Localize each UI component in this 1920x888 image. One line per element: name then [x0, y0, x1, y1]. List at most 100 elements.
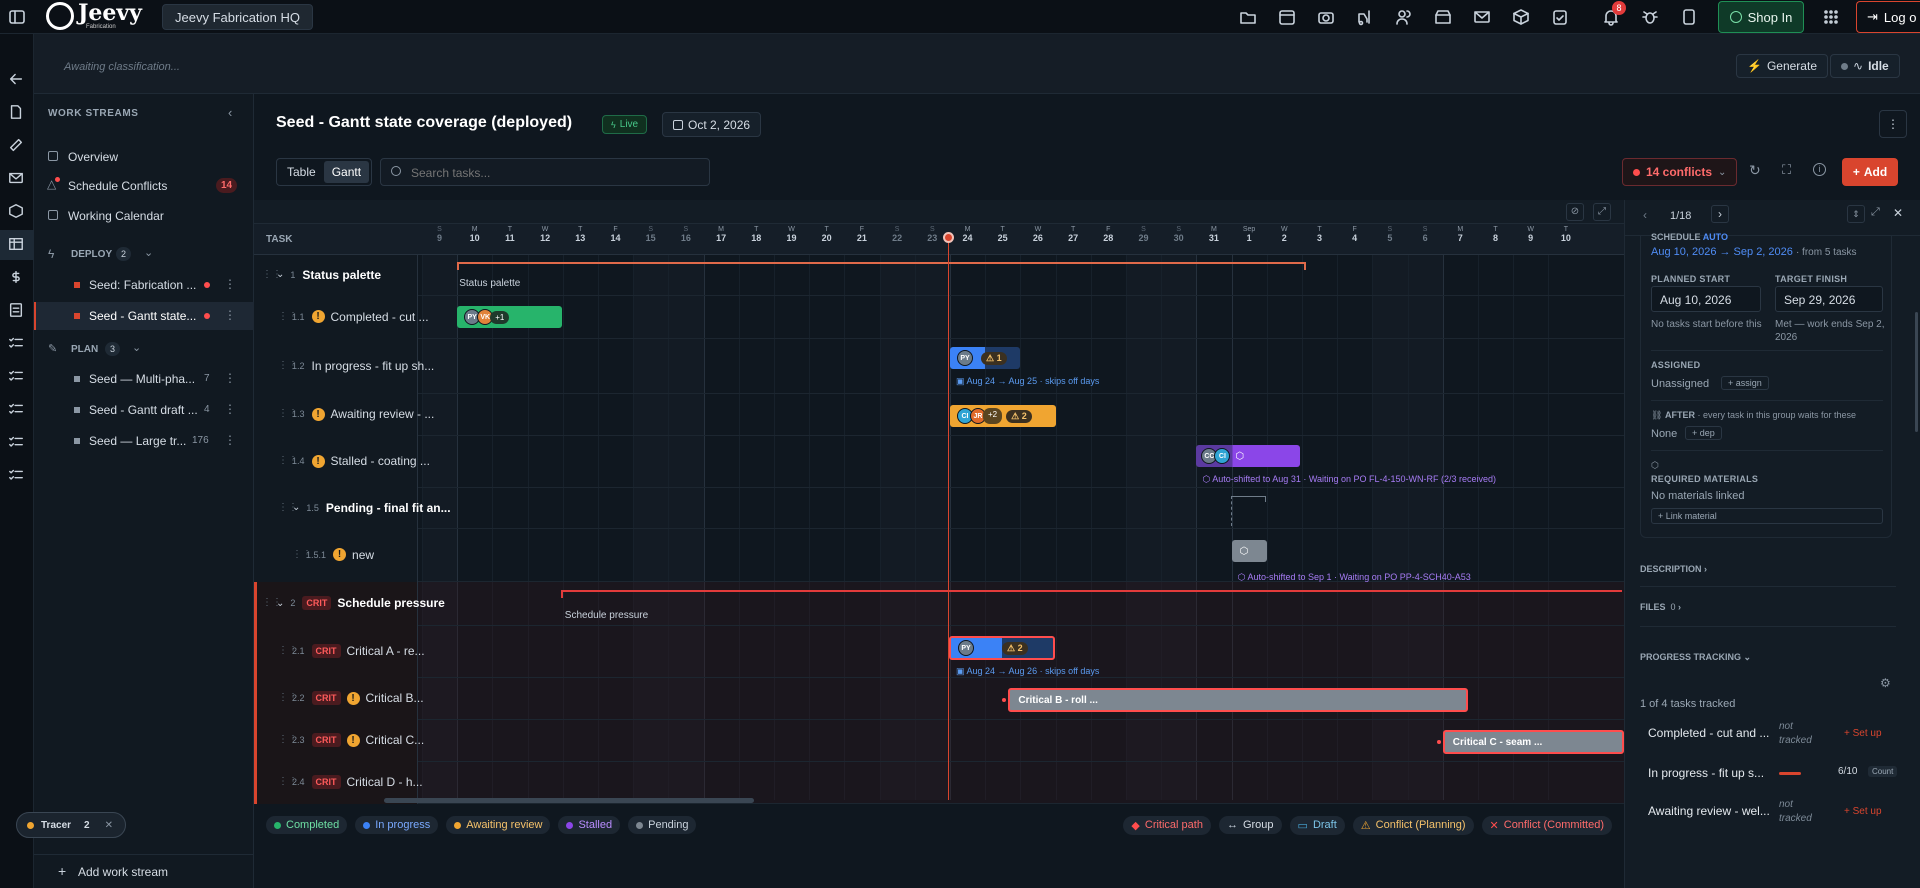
mail-icon[interactable] [1473, 8, 1491, 26]
more-vertical-icon[interactable]: ⋮ [224, 402, 236, 416]
collapse-chevron-icon[interactable]: ‹ [228, 105, 232, 120]
fullscreen-icon[interactable]: ⤢ [1593, 203, 1611, 221]
track-item-3[interactable]: Awaiting review - wel... not tracked + S… [1640, 796, 1910, 830]
refresh-icon[interactable]: ↻ [1749, 162, 1761, 179]
apps-grid-icon[interactable] [1822, 8, 1840, 26]
table-row[interactable]: ⋮⋮ 1.3! Awaiting review - ... [254, 394, 1624, 436]
sidebar-item-overview[interactable]: Overview [34, 145, 254, 169]
task-bar-critical-b[interactable]: Critical B - roll ... [1008, 688, 1469, 712]
idle-status[interactable]: ∿ Idle [1830, 54, 1900, 78]
plan-item-3[interactable]: Seed — Large tr... 176 ⋮ [34, 428, 254, 454]
camera-icon[interactable] [1317, 8, 1335, 26]
tab-gantt[interactable]: Gantt [323, 161, 370, 183]
expand-icon[interactable]: ⛶ [1782, 162, 1791, 178]
add-button[interactable]: + Add [1842, 158, 1898, 186]
plan-item-2[interactable]: Seed - Gantt draft ... 4 ⋮ [34, 397, 254, 423]
task-bar-in-progress[interactable]: PY ⚠ 1 [950, 347, 1020, 369]
checklist-icon-5[interactable] [8, 467, 24, 483]
close-icon[interactable]: ✕ [105, 820, 113, 831]
clipboard-check-icon[interactable] [1551, 8, 1569, 26]
generate-button[interactable]: ⚡ Generate [1736, 54, 1828, 78]
cube-icon[interactable] [8, 203, 24, 219]
checklist-icon-2[interactable] [8, 368, 24, 384]
dollar-icon[interactable] [8, 269, 24, 285]
task-bar-critical-a[interactable]: PY ⚠ 2 [949, 636, 1055, 660]
task-bar-pending[interactable]: ⬡ [1231, 540, 1267, 562]
table-row[interactable]: ⋮⋮ 1.2 In progress - fit up sh... [254, 339, 1624, 394]
add-dep-button[interactable]: + dep [1685, 426, 1722, 440]
task-bar-stalled[interactable]: CC CI ⬡ [1196, 445, 1301, 467]
inbox-icon[interactable] [8, 170, 24, 186]
sidebar-item-calendar[interactable]: Working Calendar [34, 204, 254, 228]
schedule-mode[interactable]: AUTO [1703, 232, 1728, 242]
receipt-icon[interactable] [8, 302, 24, 318]
bug-icon[interactable] [1641, 8, 1659, 26]
add-work-stream-button[interactable]: + Add work stream [34, 854, 254, 888]
table-row[interactable]: ⋮⋮ 2.3 CRIT! Critical C... [254, 720, 1624, 762]
back-arrow-icon[interactable] [8, 71, 24, 87]
next-icon[interactable]: › [1711, 205, 1729, 223]
tablet-icon[interactable] [1680, 8, 1698, 26]
document-icon[interactable] [8, 104, 24, 120]
more-vertical-icon[interactable]: ⋮ [224, 433, 236, 447]
panel-scrollbar[interactable] [1915, 312, 1918, 432]
expand-chevron-icon[interactable]: ⌄ [292, 502, 300, 513]
shop-in-button[interactable]: Shop In [1718, 1, 1804, 33]
date-button[interactable]: Oct 2, 2026 [662, 112, 762, 137]
close-icon[interactable]: ✕ [1893, 206, 1903, 220]
more-vertical-icon[interactable]: ⋮ [224, 277, 236, 291]
deploy-section-header[interactable]: ϟ DEPLOY 2 ⌄ [34, 244, 254, 266]
tab-table[interactable]: Table [279, 161, 324, 183]
calendar-icon[interactable] [1278, 8, 1296, 26]
settings-gear-icon[interactable]: ⚙ [1880, 676, 1891, 690]
search-box[interactable] [380, 158, 710, 186]
link-material-button[interactable]: + Link material [1651, 508, 1883, 524]
app-logo[interactable]: Jeevy Fabrication [46, 2, 142, 30]
store-icon[interactable] [1434, 8, 1452, 26]
plan-section-header[interactable]: ✎ PLAN 3 ⌄ [34, 339, 254, 361]
table-row[interactable]: ⋮⋮ ⌄ 1.5 Pending - final fit an... [254, 488, 1624, 529]
target-finish-input[interactable]: Sep 29, 2026 [1775, 286, 1883, 312]
more-options-button[interactable]: ⋮ [1879, 110, 1907, 138]
schedule-range[interactable]: Aug 10, 2026 → Sep 2, 2026 [1651, 246, 1793, 258]
task-bar-completed[interactable]: PY VK +1 [457, 306, 563, 328]
checklist-icon-1[interactable] [8, 335, 24, 351]
horizontal-scrollbar[interactable] [384, 798, 754, 803]
prev-icon[interactable]: ‹ [1643, 208, 1647, 222]
expand-chevron-icon[interactable]: ⌄ [276, 269, 284, 280]
progress-tracking-toggle[interactable]: PROGRESS TRACKING ⌄ [1640, 652, 1751, 663]
table-icon[interactable] [8, 236, 24, 252]
collapse-icon[interactable]: ⇕ [1847, 205, 1865, 223]
expand-chevron-icon[interactable]: ⌄ [276, 598, 284, 609]
sidebar-toggle-icon[interactable] [8, 8, 26, 26]
folder-icon[interactable] [1239, 8, 1257, 26]
table-row[interactable]: ⋮⋮ 2.1 CRIT Critical A - re... [254, 626, 1624, 678]
track-item-2[interactable]: In progress - fit up s... 6/10 Count [1640, 758, 1910, 792]
search-input[interactable] [411, 163, 701, 183]
sidebar-item-conflicts[interactable]: △ Schedule Conflicts 14 [34, 174, 254, 198]
checklist-icon-4[interactable] [8, 434, 24, 450]
checklist-icon-3[interactable] [8, 401, 24, 417]
deploy-item-2[interactable]: Seed - Gantt state... ⋮ [34, 302, 254, 330]
info-icon[interactable]: i [1813, 163, 1826, 176]
planned-start-input[interactable]: Aug 10, 2026 [1651, 286, 1761, 312]
task-bar-awaiting-review[interactable]: CI JR +2 ⚠ 2 [950, 405, 1056, 427]
tracer-chip[interactable]: Tracer 2 ✕ [16, 812, 126, 838]
deploy-item-1[interactable]: Seed: Fabrication ... ⋮ [34, 272, 254, 298]
workspace-switcher[interactable]: Jeevy Fabrication HQ [162, 4, 313, 30]
package-icon[interactable] [1512, 8, 1530, 26]
conflicts-button[interactable]: 14 conflicts ⌄ [1622, 158, 1738, 186]
hide-icon[interactable]: ⊘ [1566, 203, 1584, 221]
table-row[interactable]: ⋮⋮ ⌄ 2 CRIT Schedule pressure [254, 582, 1624, 626]
popout-icon[interactable]: ⤢ [1871, 206, 1880, 219]
forklift-icon[interactable] [1356, 8, 1374, 26]
logout-button[interactable]: ⇥ Log o [1856, 1, 1920, 33]
ruler-icon[interactable] [8, 137, 24, 153]
setup-button[interactable]: + Set up [1844, 806, 1882, 817]
files-toggle[interactable]: FILES 0 › [1640, 602, 1681, 612]
assign-button[interactable]: + assign [1721, 376, 1769, 390]
more-vertical-icon[interactable]: ⋮ [224, 371, 236, 385]
setup-button[interactable]: + Set up [1844, 728, 1882, 739]
more-vertical-icon[interactable]: ⋮ [224, 308, 236, 322]
track-item-1[interactable]: Completed - cut and ... not tracked + Se… [1640, 718, 1910, 752]
